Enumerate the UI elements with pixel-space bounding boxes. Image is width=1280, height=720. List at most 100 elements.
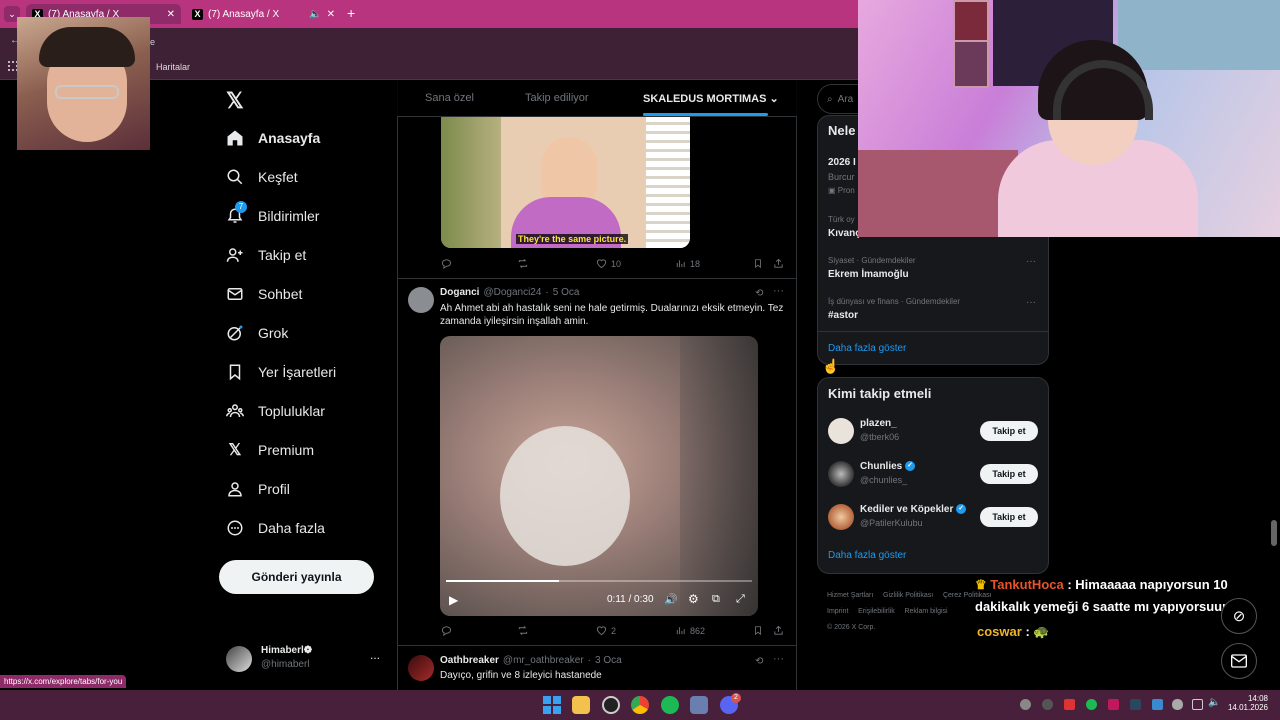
tweet-date[interactable]: 5 Oca bbox=[553, 287, 580, 298]
tab-skaledus[interactable]: SKALEDUS MORTIMAS ⌄ bbox=[643, 92, 779, 105]
trend-title[interactable]: 2026 I bbox=[828, 157, 856, 168]
nav-item-notifications[interactable]: 7 Bildirimler bbox=[226, 201, 319, 225]
author-handle[interactable]: @Doganci24 bbox=[483, 287, 541, 298]
pip-icon[interactable]: ⧉ bbox=[712, 593, 720, 606]
nav-item-explore[interactable]: Keşfet bbox=[226, 168, 298, 186]
views-button[interactable]: 862 bbox=[675, 625, 705, 636]
obs-icon[interactable] bbox=[602, 696, 620, 714]
nav-item-home[interactable]: Anasayfa bbox=[226, 129, 320, 147]
avatar[interactable] bbox=[828, 461, 854, 487]
tray-icon[interactable] bbox=[1108, 699, 1119, 710]
grok-icon[interactable]: ⟲ bbox=[755, 288, 763, 299]
nav-item-premium[interactable]: 𝕏 Premium bbox=[226, 441, 314, 459]
follow-button[interactable]: Takip et bbox=[980, 464, 1038, 484]
play-icon[interactable]: ▶ bbox=[449, 593, 458, 607]
author-name[interactable]: Doganci bbox=[440, 287, 479, 298]
x-logo-icon[interactable]: 𝕏 bbox=[226, 88, 244, 114]
new-tab-button[interactable]: + bbox=[347, 5, 355, 21]
spotify-tray-icon[interactable] bbox=[1086, 699, 1097, 710]
reply-icon[interactable] bbox=[441, 258, 452, 269]
author-name[interactable]: Oathbreaker bbox=[440, 655, 499, 666]
tweet-image[interactable]: They're the same picture. bbox=[441, 117, 690, 248]
tab-following[interactable]: Takip ediliyor bbox=[525, 92, 589, 104]
reply-icon[interactable] bbox=[441, 625, 452, 636]
more-icon[interactable]: ··· bbox=[1026, 297, 1036, 308]
nav-label: Anasayfa bbox=[258, 130, 321, 146]
retweet-icon[interactable] bbox=[517, 625, 529, 636]
nav-item-communities[interactable]: Topluluklar bbox=[226, 402, 325, 420]
footer-link[interactable]: Hizmet Şartları bbox=[827, 592, 873, 599]
suggestion-name[interactable]: plazen_ bbox=[860, 418, 897, 429]
share-icon[interactable] bbox=[773, 258, 784, 269]
footer-link[interactable]: Çerez Politikası bbox=[943, 592, 992, 599]
footer-link[interactable]: Gizlilik Politikası bbox=[883, 592, 933, 599]
bookmark-haritalar[interactable]: Haritalar bbox=[156, 62, 190, 72]
avatar[interactable] bbox=[408, 655, 434, 681]
tweet-date[interactable]: 3 Oca bbox=[595, 655, 622, 666]
volume-icon[interactable]: 🔊 bbox=[664, 593, 678, 606]
tray-icon[interactable] bbox=[1020, 699, 1031, 710]
tray-icon[interactable] bbox=[1152, 699, 1163, 710]
trend-title[interactable]: Ekrem İmamoğlu bbox=[828, 269, 909, 280]
grok-button[interactable]: ⊘ bbox=[1221, 598, 1257, 634]
like-button[interactable]: 10 bbox=[596, 258, 621, 269]
chrome-icon[interactable] bbox=[631, 696, 649, 714]
avatar[interactable] bbox=[828, 504, 854, 530]
bookmark-icon[interactable] bbox=[753, 625, 763, 636]
avatar[interactable] bbox=[828, 418, 854, 444]
nav-item-bookmarks[interactable]: Yer İşaretleri bbox=[226, 363, 336, 381]
more-icon[interactable]: ··· bbox=[773, 285, 784, 297]
trend-title[interactable]: Kıvanç bbox=[828, 228, 861, 239]
footer-link[interactable]: Imprint bbox=[827, 608, 848, 615]
file-explorer-icon[interactable] bbox=[572, 696, 590, 714]
tab-for-you[interactable]: Sana özel bbox=[425, 92, 474, 104]
nav-item-grok[interactable]: Grok bbox=[226, 324, 288, 342]
scrollbar-thumb[interactable] bbox=[1271, 520, 1277, 546]
footer-link[interactable]: Erişilebilirlik bbox=[858, 608, 895, 615]
fullscreen-icon[interactable]: ⤢ bbox=[736, 593, 745, 606]
clock[interactable]: 14:08 14.01.2026 bbox=[1226, 694, 1268, 712]
account-switcher[interactable]: Himaberl❁ @himaberl ... bbox=[226, 644, 386, 674]
volume-icon[interactable]: 🔈 bbox=[1208, 697, 1220, 708]
more-icon[interactable]: ··· bbox=[1026, 256, 1036, 267]
nav-item-chat[interactable]: Sohbet bbox=[226, 285, 302, 303]
suggestion-name-row[interactable]: Chunlies ✓ bbox=[860, 461, 916, 472]
author-handle[interactable]: @mr_oathbreaker bbox=[503, 655, 584, 666]
video-progress-track[interactable] bbox=[446, 580, 752, 582]
close-tab-icon[interactable]: ✕ bbox=[327, 9, 335, 20]
spotify-icon[interactable] bbox=[661, 696, 679, 714]
share-icon[interactable] bbox=[773, 625, 784, 636]
bookmark-icon[interactable] bbox=[753, 258, 763, 269]
close-tab-icon[interactable]: ✕ bbox=[167, 9, 175, 20]
windows-start-icon[interactable] bbox=[543, 696, 561, 714]
tweet-video[interactable]: ▶ 0:11 / 0:30 🔊 ⚙ ⧉ ⤢ bbox=[440, 336, 758, 616]
nav-item-profile[interactable]: Profil bbox=[226, 480, 290, 498]
speaker-icon[interactable]: 🔈 bbox=[309, 9, 321, 20]
retweet-icon[interactable] bbox=[517, 258, 529, 269]
avatar[interactable] bbox=[408, 287, 434, 313]
show-more-link[interactable]: Daha fazla göster bbox=[828, 343, 906, 354]
display-icon[interactable] bbox=[1192, 699, 1203, 710]
follow-button[interactable]: Takip et bbox=[980, 507, 1038, 527]
follow-button[interactable]: Takip et bbox=[980, 421, 1038, 441]
grok-icon[interactable]: ⟲ bbox=[755, 656, 763, 667]
browser-tab-2[interactable]: X (7) Anasayfa / X 🔈 ✕ bbox=[186, 4, 341, 24]
suggestion-name-row[interactable]: Kediler ve Köpekler ✓ bbox=[860, 504, 967, 515]
nav-item-more[interactable]: Daha fazla bbox=[226, 519, 325, 537]
tray-icon[interactable] bbox=[1042, 699, 1053, 710]
more-icon[interactable]: ··· bbox=[773, 653, 784, 665]
microphone-icon[interactable] bbox=[1172, 699, 1183, 710]
show-more-link[interactable]: Daha fazla göster bbox=[828, 550, 906, 561]
account-more-icon[interactable]: ... bbox=[370, 648, 380, 662]
app-icon[interactable] bbox=[690, 696, 708, 714]
footer-link[interactable]: Reklam bilgisi bbox=[904, 608, 947, 615]
settings-icon[interactable]: ⚙ bbox=[688, 592, 699, 606]
mic-icon[interactable] bbox=[1064, 699, 1075, 710]
views-button[interactable]: 18 bbox=[675, 258, 700, 269]
nav-item-follow[interactable]: Takip et bbox=[226, 246, 306, 264]
trend-title[interactable]: #astor bbox=[828, 310, 858, 321]
steam-icon[interactable] bbox=[1130, 699, 1141, 710]
like-button[interactable]: 2 bbox=[596, 625, 616, 636]
messages-button[interactable] bbox=[1221, 643, 1257, 679]
post-button[interactable]: Gönderi yayınla bbox=[219, 560, 374, 594]
